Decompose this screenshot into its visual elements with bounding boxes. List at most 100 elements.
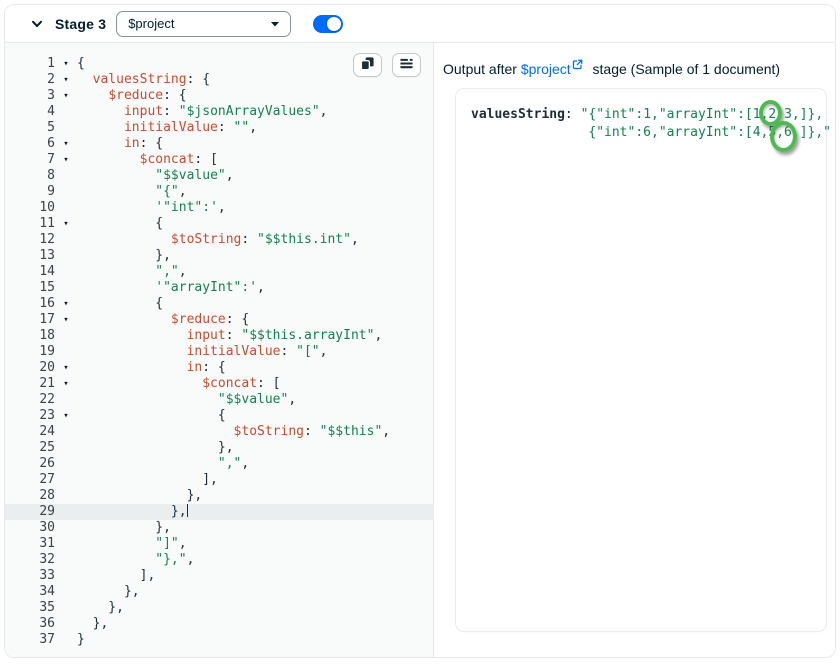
fold-gutter	[55, 200, 77, 216]
line-number: 25	[5, 440, 55, 456]
code-line[interactable]: 13 },	[5, 248, 433, 264]
code-lines: 1▾{2▾ valuesString: {3▾ $reduce: {4 inpu…	[5, 56, 433, 648]
code-text: initialValue: "",	[77, 120, 257, 136]
code-line[interactable]: 6▾ in: {	[5, 136, 433, 152]
line-number: 10	[5, 200, 55, 216]
fold-toggle-icon[interactable]: ▾	[55, 72, 77, 88]
stage-enabled-toggle[interactable]	[313, 15, 343, 33]
fold-gutter	[55, 424, 77, 440]
code-line[interactable]: 17▾ $reduce: {	[5, 312, 433, 328]
code-text: '"int":',	[77, 200, 226, 216]
code-line[interactable]: 5 initialValue: "",	[5, 120, 433, 136]
line-number: 33	[5, 568, 55, 584]
code-line[interactable]: 14 ",",	[5, 264, 433, 280]
code-line[interactable]: 31 "]",	[5, 536, 433, 552]
code-line[interactable]: 3▾ $reduce: {	[5, 88, 433, 104]
code-line[interactable]: 27 ],	[5, 472, 433, 488]
code-line[interactable]: 7▾ $concat: [	[5, 152, 433, 168]
stage-operator-docs-link[interactable]: $project	[521, 61, 583, 77]
code-line[interactable]: 11▾ {	[5, 216, 433, 232]
code-line[interactable]: 25 },	[5, 440, 433, 456]
code-line[interactable]: 28 },	[5, 488, 433, 504]
fold-toggle-icon[interactable]: ▾	[55, 56, 77, 72]
code-text: {	[77, 296, 163, 312]
line-number: 26	[5, 456, 55, 472]
fold-gutter	[55, 472, 77, 488]
code-text: {	[77, 216, 163, 232]
fold-gutter	[55, 328, 77, 344]
code-line[interactable]: 9 "{",	[5, 184, 433, 200]
select-caret-icon	[270, 15, 280, 33]
code-text: "},",	[77, 552, 194, 568]
code-line[interactable]: 19 initialValue: "[",	[5, 344, 433, 360]
code-line[interactable]: 24 $toString: "$$this",	[5, 424, 433, 440]
line-number: 16	[5, 296, 55, 312]
fold-gutter	[55, 264, 77, 280]
code-line[interactable]: 37}	[5, 632, 433, 648]
code-line[interactable]: 30 },	[5, 520, 433, 536]
fold-gutter	[55, 232, 77, 248]
code-line[interactable]: 21▾ $concat: [	[5, 376, 433, 392]
code-line[interactable]: 12 $toString: "$$this.int",	[5, 232, 433, 248]
code-text: },	[77, 248, 171, 264]
code-line[interactable]: 18 input: "$$this.arrayInt",	[5, 328, 433, 344]
pipeline-stage-card: Stage 3 $project	[4, 4, 836, 658]
stage-operator-value: $project	[128, 16, 270, 31]
code-text: },	[77, 616, 108, 632]
code-text: '"arrayInt":',	[77, 280, 265, 296]
fold-gutter	[55, 632, 77, 648]
format-code-button[interactable]	[392, 53, 421, 77]
code-line[interactable]: 16▾ {	[5, 296, 433, 312]
code-line[interactable]: 10 '"int":',	[5, 200, 433, 216]
fold-toggle-icon[interactable]: ▾	[55, 376, 77, 392]
code-line[interactable]: 34 },	[5, 584, 433, 600]
code-line[interactable]: 22 "$$value",	[5, 392, 433, 408]
code-text: initialValue: "[",	[77, 344, 327, 360]
toggle-knob	[327, 17, 341, 31]
code-text: $concat: [	[77, 152, 218, 168]
code-line[interactable]: 15 '"arrayInt":',	[5, 280, 433, 296]
code-line[interactable]: 36 },	[5, 616, 433, 632]
fold-gutter	[55, 168, 77, 184]
code-line[interactable]: 33 ],	[5, 568, 433, 584]
code-text: input: "$$this.arrayInt",	[77, 328, 382, 344]
stage-operator-link-label: $project	[521, 61, 571, 77]
fold-toggle-icon[interactable]: ▾	[55, 312, 77, 328]
output-header-prefix: Output after	[443, 61, 517, 77]
copy-button[interactable]	[353, 53, 382, 77]
fold-toggle-icon[interactable]: ▾	[55, 216, 77, 232]
code-line[interactable]: 8 "$$value",	[5, 168, 433, 184]
code-line[interactable]: 29 },	[5, 504, 433, 520]
stage-code-editor[interactable]: 1▾{2▾ valuesString: {3▾ $reduce: {4 inpu…	[5, 43, 434, 658]
fold-toggle-icon[interactable]: ▾	[55, 152, 77, 168]
line-number: 35	[5, 600, 55, 616]
fold-toggle-icon[interactable]: ▾	[55, 360, 77, 376]
code-line[interactable]: 20▾ in: {	[5, 360, 433, 376]
code-text: valuesString: {	[77, 72, 210, 88]
output-document-card: valuesString: "{"int":1,"arrayInt":[1,2,…	[455, 88, 827, 632]
stage-operator-select[interactable]: $project	[116, 11, 291, 37]
code-line[interactable]: 35 },	[5, 600, 433, 616]
code-line[interactable]: 4 input: "$jsonArrayValues",	[5, 104, 433, 120]
code-text: $reduce: {	[77, 312, 249, 328]
code-text: $toString: "$$this.int",	[77, 232, 359, 248]
code-text: },	[77, 440, 234, 456]
chevron-down-icon[interactable]	[29, 16, 45, 32]
stage-output-pane: Output after $project stage (Sample of 1…	[434, 43, 835, 658]
line-number: 13	[5, 248, 55, 264]
fold-gutter	[55, 248, 77, 264]
code-text: },	[77, 520, 171, 536]
code-line[interactable]: 32 "},",	[5, 552, 433, 568]
fold-toggle-icon[interactable]: ▾	[55, 296, 77, 312]
fold-toggle-icon[interactable]: ▾	[55, 136, 77, 152]
fold-toggle-icon[interactable]: ▾	[55, 408, 77, 424]
fold-gutter	[55, 536, 77, 552]
code-text: },	[77, 488, 202, 504]
copy-icon	[360, 56, 375, 74]
code-line[interactable]: 26 ",",	[5, 456, 433, 472]
document-field-name: valuesString	[471, 106, 565, 142]
fold-toggle-icon[interactable]: ▾	[55, 88, 77, 104]
line-number: 20	[5, 360, 55, 376]
code-line[interactable]: 23▾ {	[5, 408, 433, 424]
line-number: 6	[5, 136, 55, 152]
